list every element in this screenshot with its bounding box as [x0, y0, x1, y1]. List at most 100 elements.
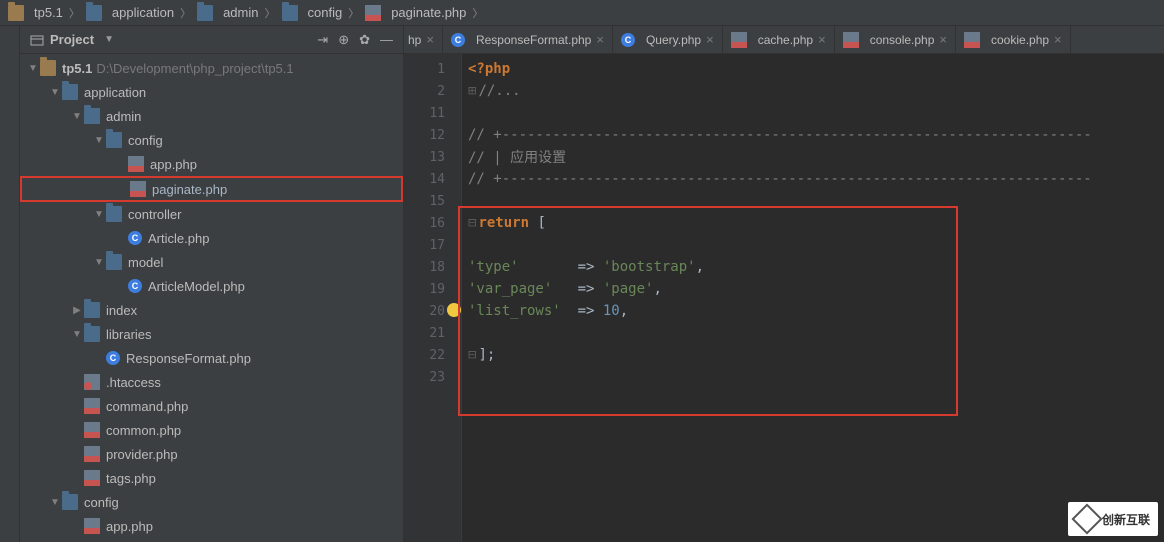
expand-arrow-icon[interactable]: ▼ [92, 209, 106, 220]
line-number[interactable]: 23 [404, 366, 461, 388]
line-number[interactable]: 15 [404, 190, 461, 212]
breadcrumb-item[interactable]: admin [195, 5, 260, 21]
chevron-icon: 〉 [180, 5, 191, 21]
tree-item[interactable]: provider.php [20, 442, 403, 466]
code-editor[interactable]: 1 2 11 12 13 14 15 16 17 18 19 20 21 22 … [404, 54, 1164, 542]
tree-item[interactable]: CResponseFormat.php [20, 346, 403, 370]
tree-item[interactable]: common.php [20, 418, 403, 442]
breadcrumb: tp5.1 〉 application 〉 admin 〉 config 〉 p… [0, 0, 1164, 26]
close-icon[interactable]: × [939, 32, 947, 47]
tree-root[interactable]: ▼tp5.1D:\Development\php_project\tp5.1 [20, 56, 403, 80]
tool-window-bar[interactable] [0, 26, 20, 542]
editor-area: hp× CResponseFormat.php× CQuery.php× cac… [404, 26, 1164, 542]
line-number[interactable]: 14 [404, 168, 461, 190]
expand-arrow-icon[interactable]: ▼ [70, 329, 84, 340]
editor-tab[interactable]: cookie.php× [956, 26, 1071, 53]
breadcrumb-item[interactable]: config [280, 5, 345, 21]
breadcrumb-item[interactable]: paginate.php [363, 5, 468, 21]
tree-item[interactable]: ▼controller [20, 202, 403, 226]
tree-item[interactable]: ▶index [20, 298, 403, 322]
line-number[interactable]: 20 [404, 300, 461, 322]
close-icon[interactable]: × [426, 32, 434, 47]
line-number[interactable]: 16 [404, 212, 461, 234]
tree-item[interactable]: CArticleModel.php [20, 274, 403, 298]
expand-arrow-icon[interactable]: ▼ [26, 63, 40, 74]
expand-arrow-icon[interactable]: ▼ [92, 257, 106, 268]
folder-icon [62, 84, 78, 100]
php-file-icon [731, 32, 747, 48]
dropdown-icon[interactable]: ▼ [104, 34, 114, 45]
line-number[interactable]: 21 [404, 322, 461, 344]
breadcrumb-item[interactable]: tp5.1 [6, 5, 65, 21]
expand-arrow-icon[interactable]: ▼ [70, 111, 84, 122]
project-tree[interactable]: ▼tp5.1D:\Development\php_project\tp5.1 ▼… [20, 54, 403, 542]
editor-tab[interactable]: CResponseFormat.php× [443, 26, 613, 53]
chevron-icon: 〉 [265, 5, 276, 21]
hide-icon[interactable]: — [380, 32, 393, 48]
watermark-logo-icon [1071, 503, 1102, 534]
chevron-icon: 〉 [348, 5, 359, 21]
line-number[interactable]: 17 [404, 234, 461, 256]
project-icon [30, 33, 44, 47]
close-icon[interactable]: × [706, 32, 714, 47]
class-icon: C [451, 33, 465, 47]
editor-tab[interactable]: cache.php× [723, 26, 835, 53]
line-number[interactable]: 12 [404, 124, 461, 146]
folder-icon [84, 302, 100, 318]
tree-item[interactable]: tags.php [20, 466, 403, 490]
tree-item[interactable]: ▼config [20, 490, 403, 514]
tree-item[interactable]: app.php [20, 152, 403, 176]
php-file-icon [365, 5, 381, 21]
tree-item[interactable]: ▼model [20, 250, 403, 274]
chevron-icon: 〉 [472, 5, 483, 21]
class-icon: C [621, 33, 635, 47]
project-title[interactable]: Project ▼ [30, 32, 114, 47]
tree-item-selected[interactable]: paginate.php [20, 176, 403, 202]
line-number[interactable]: 1 [404, 58, 461, 80]
php-file-icon [84, 470, 100, 486]
expand-arrow-icon[interactable]: ▼ [48, 87, 62, 98]
expand-arrow-icon[interactable]: ▼ [92, 135, 106, 146]
line-number[interactable]: 18 [404, 256, 461, 278]
tree-item[interactable]: ▼libraries [20, 322, 403, 346]
folder-icon [282, 5, 298, 21]
expand-arrow-icon[interactable]: ▶ [70, 305, 84, 316]
tree-item[interactable]: .htaccess [20, 370, 403, 394]
editor-tab[interactable]: CQuery.php× [613, 26, 723, 53]
close-icon[interactable]: × [818, 32, 826, 47]
folder-icon [106, 206, 122, 222]
class-icon: C [128, 231, 142, 245]
folder-icon [197, 5, 213, 21]
tree-item[interactable]: ▼admin [20, 104, 403, 128]
gutter[interactable]: 1 2 11 12 13 14 15 16 17 18 19 20 21 22 … [404, 54, 462, 542]
code-content[interactable]: <?php ⊞//... // +-----------------------… [462, 54, 1164, 542]
collapse-icon[interactable]: ⇥ [317, 32, 328, 48]
target-icon[interactable]: ⊕ [338, 32, 349, 48]
folder-icon [106, 254, 122, 270]
expand-arrow-icon[interactable]: ▼ [48, 497, 62, 508]
line-number[interactable]: 11 [404, 102, 461, 124]
bulb-icon[interactable] [447, 303, 461, 317]
line-number[interactable]: 19 [404, 278, 461, 300]
editor-tab[interactable]: hp× [404, 26, 443, 53]
gear-icon[interactable]: ✿ [359, 32, 370, 48]
folder-icon [86, 5, 102, 21]
tree-item[interactable]: ▼config [20, 128, 403, 152]
tree-item[interactable]: ▼application [20, 80, 403, 104]
line-number[interactable]: 22 [404, 344, 461, 366]
breadcrumb-item[interactable]: application [84, 5, 176, 21]
php-file-icon [130, 181, 146, 197]
php-file-icon [84, 446, 100, 462]
line-number[interactable]: 13 [404, 146, 461, 168]
close-icon[interactable]: × [1054, 32, 1062, 47]
watermark: 创新互联 [1068, 502, 1158, 536]
folder-icon [40, 60, 56, 76]
tree-item[interactable]: app.php [20, 514, 403, 538]
line-number[interactable]: 2 [404, 80, 461, 102]
close-icon[interactable]: × [596, 32, 604, 47]
tree-item[interactable]: CArticle.php [20, 226, 403, 250]
php-file-icon [128, 156, 144, 172]
tree-item[interactable]: command.php [20, 394, 403, 418]
php-file-icon [84, 422, 100, 438]
editor-tab[interactable]: console.php× [835, 26, 956, 53]
